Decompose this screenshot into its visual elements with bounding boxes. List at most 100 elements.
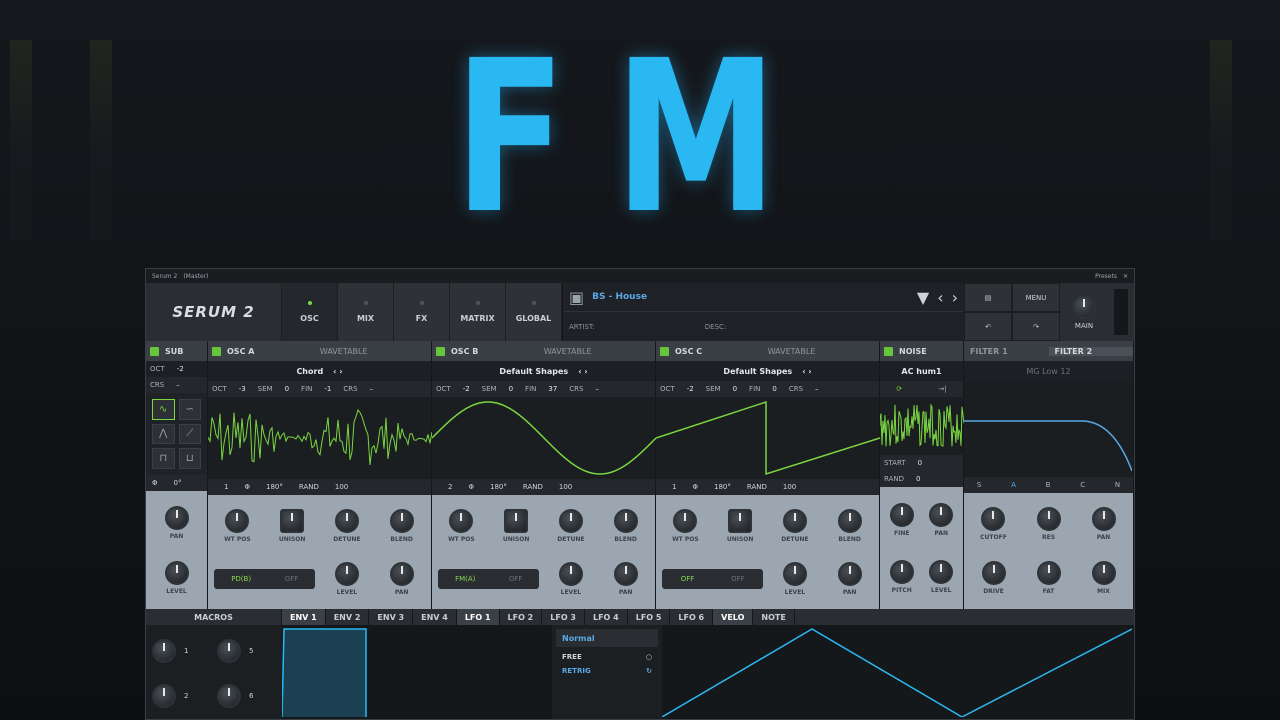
save-icon[interactable]: ▣	[569, 288, 584, 307]
unison-stepper[interactable]: UNISON	[503, 508, 529, 543]
pan-knob[interactable]: PAN	[389, 561, 414, 596]
tab-note[interactable]: NOTE	[753, 609, 795, 625]
sub-pan-knob[interactable]: PAN	[164, 505, 189, 540]
filter-mode-n[interactable]: N	[1115, 481, 1120, 489]
warp-selector[interactable]: OFF OFF	[662, 568, 764, 589]
square-icon[interactable]: ⊓	[152, 448, 175, 469]
dropdown-icon[interactable]: ▼	[917, 288, 929, 307]
filter-type[interactable]: MG Low 12	[1026, 367, 1070, 376]
pan-knob[interactable]: PAN	[837, 561, 862, 596]
browser-icon[interactable]: ▤	[964, 283, 1012, 312]
wt-pos-knob[interactable]: WT POS	[672, 508, 699, 543]
close-icon[interactable]: ✕	[1123, 273, 1128, 280]
prev-preset-icon[interactable]: ‹	[937, 288, 943, 307]
level-knob[interactable]: LEVEL	[558, 561, 583, 596]
round-icon[interactable]: ∽	[178, 399, 201, 420]
fat-knob[interactable]: FAT	[1036, 561, 1061, 595]
tab-lfo-2[interactable]: LFO 2	[500, 609, 543, 625]
detune-knob[interactable]: DETUNE	[333, 508, 360, 543]
osc-b-power-toggle[interactable]	[436, 346, 445, 356]
sub-octave[interactable]: -2	[177, 365, 184, 373]
loop-icon[interactable]: ⟳	[896, 385, 902, 393]
waveform-display[interactable]	[207, 397, 433, 479]
filter-mode-b[interactable]: B	[1046, 481, 1051, 489]
blend-knob[interactable]: BLEND	[837, 508, 862, 543]
tab-env-3[interactable]: ENV 3	[369, 609, 414, 625]
tab-filter-2[interactable]: FILTER 2	[1048, 346, 1133, 356]
tab-osc[interactable]: OSC	[282, 283, 338, 341]
triangle-icon[interactable]: ⋀	[152, 423, 175, 445]
wt-pos-knob[interactable]: WT POS	[224, 508, 251, 543]
wt-pos-knob[interactable]: WT POS	[448, 508, 475, 543]
undo-icon[interactable]: ↶	[964, 312, 1012, 341]
cutoff-knob[interactable]: CUTOFF	[980, 507, 1007, 541]
tab-global[interactable]: GLOBAL	[506, 283, 562, 341]
tab-macros[interactable]: MACROS	[146, 609, 282, 625]
presets-button[interactable]: Presets	[1095, 273, 1117, 280]
osc-a-power-toggle[interactable]	[212, 346, 221, 356]
wavetable-name[interactable]: Chord	[296, 367, 323, 376]
warp-selector[interactable]: FM(A) OFF	[438, 568, 540, 589]
tab-env-2[interactable]: ENV 2	[326, 609, 370, 625]
res-knob[interactable]: RES	[1036, 507, 1061, 541]
tab-lfo-1[interactable]: LFO 1	[456, 609, 500, 625]
blend-knob[interactable]: BLEND	[613, 508, 638, 543]
level-knob[interactable]: LEVEL	[782, 561, 807, 596]
pitch-knob[interactable]: PITCH	[889, 559, 914, 594]
unison-stepper[interactable]: UNISON	[279, 508, 305, 543]
lfo-retrig-toggle[interactable]: RETRIG	[562, 667, 591, 675]
tab-velo[interactable]: VELO	[713, 609, 754, 625]
macro-5[interactable]: 5	[217, 631, 276, 670]
filter-mode-c[interactable]: C	[1080, 481, 1085, 489]
sub-power-toggle[interactable]	[150, 346, 159, 356]
waveform-display[interactable]	[655, 397, 881, 479]
tab-lfo-6[interactable]: LFO 6	[670, 609, 714, 625]
unison-stepper[interactable]: UNISON	[727, 508, 753, 543]
fine-knob[interactable]: FINE	[889, 502, 914, 537]
tab-matrix[interactable]: MATRIX	[450, 283, 506, 341]
lfo-mode-select[interactable]: Normal	[556, 629, 658, 647]
redo-icon[interactable]: ↷	[1012, 312, 1060, 341]
noise-level-knob[interactable]: LEVEL	[929, 559, 954, 594]
macro-1[interactable]: 1	[152, 631, 211, 670]
tab-filter-1[interactable]: FILTER 1	[964, 347, 1049, 356]
filter-display[interactable]	[964, 381, 1133, 477]
pan-knob[interactable]: PAN	[613, 561, 638, 596]
waveform-display[interactable]	[431, 397, 657, 479]
tab-env-1[interactable]: ENV 1	[282, 609, 326, 625]
tab-lfo-4[interactable]: LFO 4	[585, 609, 628, 625]
detune-knob[interactable]: DETUNE	[557, 508, 584, 543]
sub-level-knob[interactable]: LEVEL	[164, 560, 189, 595]
wavetable-name[interactable]: Default Shapes	[723, 367, 792, 376]
noise-power-toggle[interactable]	[884, 346, 893, 356]
main-volume[interactable]: MAIN	[1060, 283, 1108, 341]
envelope-display[interactable]	[281, 625, 552, 719]
filter-pan-knob[interactable]: PAN	[1091, 507, 1116, 541]
level-knob[interactable]: LEVEL	[334, 561, 359, 596]
warp-selector[interactable]: PD(B) OFF	[214, 568, 316, 589]
filter-mode-s[interactable]: S	[977, 481, 981, 489]
noise-pan-knob[interactable]: PAN	[929, 502, 954, 537]
preset-name[interactable]: BS - House	[592, 292, 909, 302]
tab-lfo-3[interactable]: LFO 3	[542, 609, 585, 625]
menu-button[interactable]: MENU	[1012, 283, 1060, 312]
drive-knob[interactable]: DRIVE	[981, 561, 1006, 595]
tab-fx[interactable]: FX	[394, 283, 450, 341]
sine-icon[interactable]: ∿	[152, 399, 175, 420]
next-preset-icon[interactable]: ›	[952, 288, 958, 307]
detune-knob[interactable]: DETUNE	[781, 508, 808, 543]
noise-sample[interactable]: AC hum1	[901, 367, 941, 376]
macro-2[interactable]: 2	[152, 676, 211, 715]
filter-mode-a[interactable]: A	[1011, 481, 1016, 489]
sub-shape-selector[interactable]: ∿ ∽ ⋀ ⟋ ⊓ ⊔	[146, 393, 207, 475]
filter-mix-knob[interactable]: MIX	[1091, 561, 1116, 595]
pulse-icon[interactable]: ⊔	[178, 448, 201, 469]
lfo-display[interactable]	[661, 625, 1134, 719]
tab-lfo-5[interactable]: LFO 5	[628, 609, 671, 625]
lfo-free-toggle[interactable]: FREE	[562, 653, 582, 661]
tab-env-4[interactable]: ENV 4	[413, 609, 457, 625]
blend-knob[interactable]: BLEND	[389, 508, 414, 543]
saw-icon[interactable]: ⟋	[178, 423, 201, 445]
tab-mix[interactable]: MIX	[338, 283, 394, 341]
wavetable-name[interactable]: Default Shapes	[499, 367, 568, 376]
